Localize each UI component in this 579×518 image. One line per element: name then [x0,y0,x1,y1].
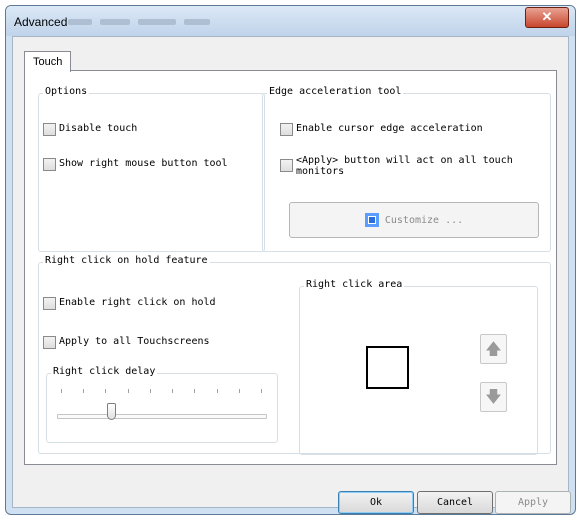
checkbox-box[interactable] [43,123,56,136]
right-click-hold-label: Right click on hold feature [43,255,210,266]
close-button[interactable]: ✕ [525,7,569,28]
show-right-mouse-checkbox[interactable]: Show right mouse button tool [43,158,228,171]
delay-slider-track[interactable] [57,414,267,419]
options-group: Options Disable touch Show right mouse b… [38,86,265,252]
slider-tick [194,389,196,393]
window-title: Advanced [14,15,68,29]
disable-touch-label: Disable touch [59,123,138,134]
slider-tick [61,389,62,393]
edge-acceleration-group: Edge acceleration tool Enable cursor edg… [262,86,551,252]
dialog-body: Touch Options Disable touch Show right m… [12,36,571,514]
close-icon: ✕ [541,9,553,24]
slider-tick [149,389,151,393]
checkbox-box[interactable] [43,158,56,171]
slider-tick [127,389,129,393]
delay-slider-thumb[interactable] [106,403,116,420]
arrow-down-icon: 🡇 [485,387,502,406]
right-click-delay-group: Right click delay [46,366,278,443]
slider-tick [238,389,240,393]
disable-touch-checkbox[interactable]: Disable touch [43,123,137,136]
checkbox-box[interactable] [43,336,56,349]
enable-right-click-checkbox[interactable]: Enable right click on hold [43,297,216,310]
options-group-label: Options [43,86,90,97]
apply-all-monitors-label-line2: monitors [296,166,345,177]
slider-tick [261,389,262,393]
right-click-delay-label: Right click delay [51,366,158,377]
tab-touch[interactable]: Touch [24,51,72,72]
right-click-hold-group: Right click on hold feature Enable right… [38,255,551,455]
enable-edge-acceleration-checkbox[interactable]: Enable cursor edge acceleration [280,123,483,136]
slider-tick [216,389,218,393]
enable-right-click-label: Enable right click on hold [59,297,216,308]
apply-all-touchscreens-checkbox[interactable]: Apply to all Touchscreens [43,336,210,349]
advanced-dialog: Advanced ✕ Touch Options Disable touch S… [5,5,576,515]
right-click-area-group: Right click area 🡅 🡇 [299,279,538,455]
ok-button[interactable]: Ok [338,491,414,514]
show-right-mouse-label: Show right mouse button tool [59,158,228,169]
customize-label: Customize ... [384,214,464,226]
checkbox-box[interactable] [280,159,293,172]
area-decrease-button[interactable]: 🡇 [480,382,507,412]
apply-all-monitors-label-line1: <Apply> button will act on all touch [296,155,513,166]
apply-button[interactable]: Apply [495,491,571,514]
apply-all-monitors-checkbox[interactable]: <Apply> button will act on all touch mon… [280,155,513,177]
title-bar[interactable]: Advanced ✕ [6,6,575,36]
edge-group-label: Edge acceleration tool [267,86,404,97]
enable-edge-label: Enable cursor edge acceleration [296,123,483,134]
cancel-button[interactable]: Cancel [417,491,493,514]
customize-icon [364,213,379,227]
customize-button[interactable]: Customize ... [289,202,539,238]
right-click-area-square [366,346,409,389]
slider-tick [172,389,174,393]
arrow-up-icon: 🡅 [485,339,502,358]
slider-tick [83,389,85,393]
apply-all-touchscreens-label: Apply to all Touchscreens [59,336,210,347]
touch-panel: Options Disable touch Show right mouse b… [24,70,557,465]
area-increase-button[interactable]: 🡅 [480,334,507,364]
checkbox-box[interactable] [43,297,56,310]
slider-tick [105,389,107,393]
background-tabs [68,16,268,28]
checkbox-box[interactable] [280,123,293,136]
right-click-area-label: Right click area [304,279,405,290]
